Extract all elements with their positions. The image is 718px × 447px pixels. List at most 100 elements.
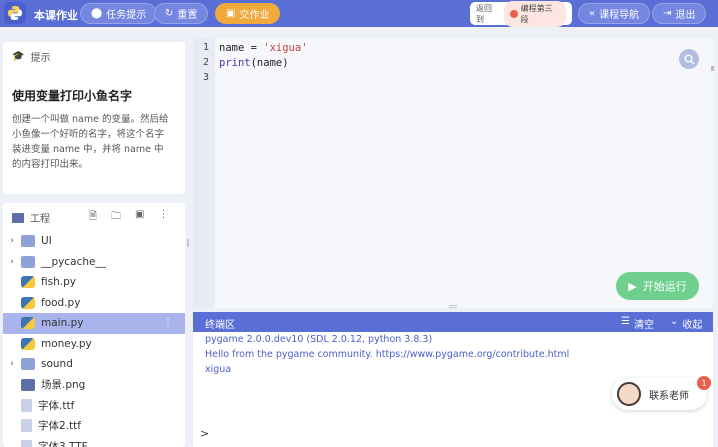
exit-button[interactable]: ⇥ 退出 [652,3,707,24]
reset-button[interactable]: ↻ 重置 [154,3,209,24]
tree-item[interactable]: main.py ⋮ [3,313,185,334]
terminal-header: 终端区 ☰ 清空 ⌄ 收起 [193,312,713,332]
hint-header-label: 提示 [30,53,51,64]
tree-item[interactable]: › __pycache__ [3,252,185,273]
terminal-line: Hello from the pygame community. https:/… [205,349,570,360]
run-button[interactable]: ▶ 开始运行 [616,272,699,300]
refresh-icon: ↻ [165,8,174,19]
nav-arrows-icon: « [589,8,596,19]
search-icon [684,54,694,64]
tree-item[interactable]: money.py [3,334,185,355]
brand-title: 本课作业 [34,9,78,22]
play-icon: ▶ [628,279,637,293]
hint-title: 使用变量打印小鱼名字 [12,89,133,103]
chevron-right-icon[interactable]: › [3,359,21,369]
project-header-label: 工程 [30,214,50,225]
reset-label: 重置 [177,10,198,21]
tree-item[interactable]: 字体.ttf [3,395,185,416]
folder-icon [21,255,35,268]
hint-header: 🎓 提示 [12,49,50,64]
new-file-icon[interactable]: 🗎 [89,209,97,226]
upload-icon[interactable]: ▣ [135,209,144,226]
submit-homework-label: 交作业 [239,10,270,21]
tree-item-label: main.py [41,317,84,330]
project-header: 工程 [12,210,50,225]
contact-teacher-label: 联系老师 [649,390,689,402]
image-icon [21,378,35,391]
lesson-progress-box[interactable]: 返回到 编程第三段 [470,0,572,27]
tree-item[interactable]: › UI [3,231,185,252]
terminal-line: pygame 2.0.0.dev10 (SDL 2.0.12, python 3… [205,334,433,345]
task-hint-button[interactable]: ⬤ 任务提示 [80,3,158,24]
course-nav-button[interactable]: « 课程导航 [578,3,651,24]
tree-item-label: 字体3.TTF [38,440,88,447]
line-gutter: 1 2 3 [193,38,215,308]
tree-item[interactable]: fish.py [3,272,185,293]
tree-item-label: 字体2.ttf [38,420,81,433]
tree-item-label: food.py [41,296,81,309]
task-hint-label: 任务提示 [106,10,147,21]
exit-icon: ⇥ [663,8,672,19]
graduation-cap-icon: 🎓 [12,51,25,62]
chevron-right-icon[interactable]: › [3,257,21,267]
terminal-clear-button[interactable]: ☰ 清空 [621,316,654,331]
project-toolbar: 🗎 🗀 ▣ ⋮ [89,209,169,226]
submit-icon: ▣ [226,8,236,19]
tree-item-label: fish.py [41,276,76,289]
terminal-title: 终端区 [205,320,235,331]
run-label: 开始运行 [642,280,687,293]
clear-icon: ☰ [621,316,630,327]
file-icon [21,419,32,433]
tree-item-label: 字体.ttf [38,399,75,412]
terminal-collapse-label: 收起 [682,320,703,331]
file-tree: › UI › __pycache__ fish.py food.py main.py ⋮ mon… [3,231,185,447]
code-editor[interactable]: 1 2 3 name = 'xigua' print(name) ▶ 开始运行 [193,38,713,308]
terminal-line: xigua [205,364,232,375]
more-options-icon[interactable]: ⋮ [159,209,169,226]
line-number: 1 [202,42,209,53]
exit-label: 退出 [675,10,696,21]
left-splitter[interactable] [185,42,191,447]
code-line[interactable]: print(name) [219,57,289,69]
top-bar: 本课作业 ⬤ 任务提示 ↻ 重置 ▣ 交作业 返回到 编程第三段 « 课程导航 … [0,0,718,27]
location-pin-icon: ⬤ [91,8,103,19]
search-button[interactable] [679,49,699,69]
more-options-icon[interactable]: ⋮ [163,318,173,329]
tree-item-label: sound [41,358,73,371]
terminal-prompt[interactable]: > [200,427,209,440]
new-folder-icon[interactable]: 🗀 [111,209,121,226]
submit-homework-button[interactable]: ▣ 交作业 [215,3,281,24]
tree-item[interactable]: › sound [3,354,185,375]
python-logo-icon [4,2,26,24]
line-number: 3 [202,72,209,83]
tree-item-label: 场景.png [41,379,86,392]
python-icon [21,317,35,330]
lesson-dot-icon [509,9,518,18]
contact-teacher-button[interactable]: 联系老师 [612,378,707,410]
terminal-clear-label: 清空 [633,320,654,331]
python-icon [21,296,35,309]
folder-icon [21,358,35,371]
tree-item[interactable]: food.py [3,293,185,314]
teacher-avatar [617,382,641,406]
course-nav-label: 课程导航 [599,10,640,21]
folder-icon [21,235,35,248]
editor-scroll-indicator [711,66,714,71]
editor-splitter[interactable] [449,305,457,308]
tree-item[interactable]: 字体2.ttf [3,416,185,437]
project-panel: 工程 🗎 🗀 ▣ ⋮ › UI › __pycache__ fish.py food.py… [3,203,185,447]
tree-item[interactable]: 场景.png [3,375,185,396]
notification-badge: 1 [697,376,711,390]
terminal-collapse-button[interactable]: ⌄ 收起 [670,316,702,331]
lesson-chip[interactable]: 编程第三段 [503,0,566,27]
tree-item[interactable]: 字体3.TTF [3,436,185,447]
folder-icon [12,212,24,223]
line-number: 2 [202,57,209,68]
chevron-right-icon[interactable]: › [3,236,21,246]
python-icon [21,276,35,289]
tree-item-label: money.py [41,337,92,350]
code-line[interactable]: name = 'xigua' [219,42,308,54]
hint-panel: 🎓 提示 使用变量打印小鱼名字 创建一个叫做 name 的变量。然后给小鱼像一个… [3,42,185,194]
tree-item-label: __pycache__ [41,255,106,268]
return-prefix: 返回到 [476,3,492,24]
